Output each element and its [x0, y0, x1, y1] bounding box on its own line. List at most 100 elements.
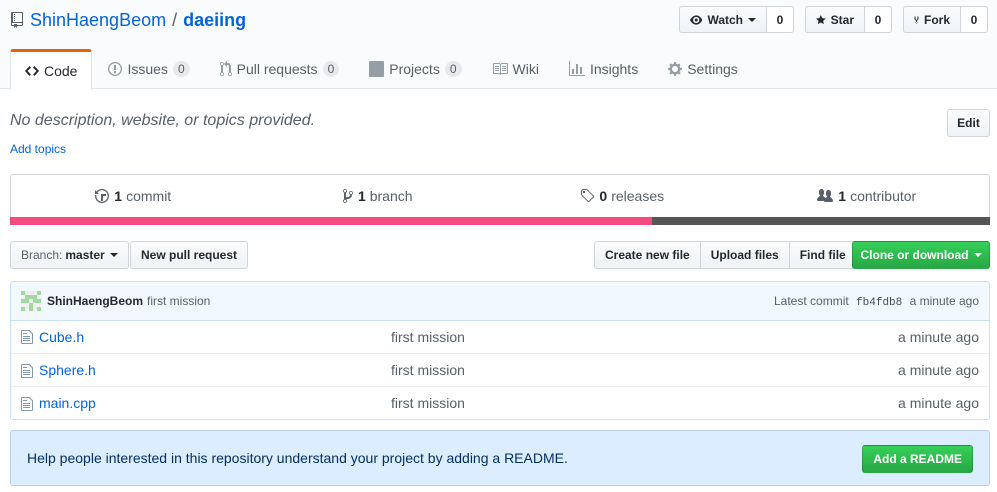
avatar[interactable] [21, 291, 41, 311]
tab-label: Projects [389, 61, 440, 77]
latest-commit-info: Latest commit fb4fdb8 a minute ago [774, 294, 979, 309]
tab-pull-requests[interactable]: Pull requests 0 [206, 49, 354, 89]
star-count[interactable]: 0 [865, 6, 892, 33]
gear-icon [668, 62, 683, 76]
projects-counter: 0 [444, 61, 462, 77]
find-file-button[interactable]: Find file [788, 241, 857, 269]
tab-code[interactable]: Code [10, 49, 93, 90]
file-commit-message-link[interactable]: first mission [391, 329, 465, 345]
fork-count[interactable]: 0 [961, 6, 988, 33]
file-icon [21, 364, 33, 378]
commit-message-link[interactable]: first mission [147, 294, 210, 308]
table-row: Sphere.h first mission a minute ago [11, 353, 989, 386]
file-name-link[interactable]: Sphere.h [39, 362, 96, 378]
fork-label: Fork [923, 12, 950, 27]
star-icon [816, 14, 826, 24]
create-new-file-button[interactable]: Create new file [594, 241, 701, 269]
watch-group: Watch 0 [679, 6, 794, 33]
branches-label: branch [369, 188, 413, 204]
commit-age: a minute ago [909, 293, 979, 308]
star-label: Star [830, 12, 854, 27]
repo-name-link[interactable]: daeiing [183, 10, 246, 31]
tab-wiki[interactable]: Wiki [478, 49, 553, 89]
file-actions: Create new file Upload files Find file [594, 241, 857, 269]
branch-prefix: Branch: [21, 248, 63, 262]
clone-download-button[interactable]: Clone or download [852, 241, 990, 269]
tab-issues[interactable]: Issues 0 [94, 49, 203, 89]
commit-tease: ShinHaengBeom first mission Latest commi… [10, 281, 990, 321]
branches-link[interactable]: 1 branch [256, 175, 501, 217]
watch-count[interactable]: 0 [767, 6, 794, 33]
history-icon [95, 189, 110, 203]
latest-commit-label: Latest commit [774, 293, 849, 308]
chevron-down-icon [973, 253, 982, 257]
repo-owner-link[interactable]: ShinHaengBeom [30, 10, 166, 31]
contributors-label: contributor [850, 188, 917, 204]
repo-nav-tabs: Code Issues 0 Pull requests 0 Projects 0… [10, 49, 754, 90]
file-age: a minute ago [898, 395, 979, 411]
releases-label: releases [611, 188, 665, 204]
branch-select-button[interactable]: Branch: master [10, 241, 129, 269]
commit-author-link[interactable]: ShinHaengBeom [47, 294, 143, 308]
issue-icon [108, 62, 123, 76]
tab-insights[interactable]: Insights [555, 49, 652, 89]
table-row: Cube.h first mission a minute ago [11, 320, 989, 353]
commits-label: commit [126, 188, 172, 204]
repo-title: ShinHaengBeom / daeiing [10, 8, 246, 32]
pull-request-icon [219, 61, 232, 77]
file-icon [21, 330, 33, 344]
code-icon [25, 66, 39, 76]
repo-icon [11, 12, 23, 28]
file-name-link[interactable]: main.cpp [39, 395, 96, 411]
people-icon [817, 189, 834, 202]
fork-button[interactable]: Fork [903, 6, 961, 33]
contributors-link[interactable]: 1 contributor [745, 175, 990, 217]
repo-separator: / [172, 9, 178, 30]
watch-button[interactable]: Watch [679, 6, 767, 33]
file-icon [21, 397, 33, 411]
edit-button[interactable]: Edit [947, 109, 990, 137]
tab-label: Insights [589, 61, 639, 77]
commits-count: 1 [114, 188, 123, 204]
language-segment[interactable] [651, 217, 990, 225]
file-age: a minute ago [898, 328, 979, 345]
upload-files-button[interactable]: Upload files [699, 241, 790, 269]
language-bar[interactable] [10, 217, 990, 225]
file-name-link[interactable]: Cube.h [39, 329, 84, 345]
commit-sha-link[interactable]: fb4fdb8 [856, 297, 902, 309]
tab-label: Code [44, 63, 78, 79]
readme-prompt: Help people interested in this repositor… [10, 430, 990, 486]
releases-count: 0 [599, 188, 608, 204]
eye-icon [690, 14, 703, 25]
add-topics-link[interactable]: Add topics [10, 142, 66, 156]
tab-label: Pull requests [236, 61, 318, 77]
watch-label: Watch [707, 12, 743, 27]
file-list: Cube.h first mission a minute ago Sphere… [10, 320, 990, 420]
tab-label: Settings [687, 61, 738, 77]
tab-label: Issues [127, 61, 168, 77]
table-row: main.cpp first mission a minute ago [11, 386, 989, 419]
chevron-down-icon [748, 17, 756, 22]
new-pull-request-button[interactable]: New pull request [130, 241, 249, 269]
clone-label: Clone or download [860, 248, 969, 262]
tab-projects[interactable]: Projects 0 [355, 49, 475, 89]
commits-link[interactable]: 1 commit [11, 175, 256, 217]
tab-settings[interactable]: Settings [654, 49, 752, 89]
file-commit-message-link[interactable]: first mission [391, 395, 465, 411]
tag-icon [581, 189, 595, 203]
fork-icon [914, 16, 919, 23]
repo-summary: 1 commit 1 branch 0 releases 1 contribut… [10, 174, 990, 225]
fork-group: Fork 0 [903, 6, 988, 33]
language-segment[interactable] [10, 217, 652, 225]
contributors-count: 1 [838, 188, 847, 204]
graph-icon [568, 61, 585, 76]
pull-requests-counter: 0 [322, 61, 340, 77]
releases-link[interactable]: 0 releases [500, 175, 745, 217]
branch-icon [342, 189, 353, 203]
repo-description: No description, website, or topics provi… [10, 112, 316, 129]
star-button[interactable]: Star [805, 6, 865, 33]
file-commit-message-link[interactable]: first mission [391, 362, 465, 378]
issues-counter: 0 [172, 61, 190, 77]
file-age: a minute ago [898, 362, 979, 378]
add-readme-button[interactable]: Add a README [862, 445, 973, 473]
